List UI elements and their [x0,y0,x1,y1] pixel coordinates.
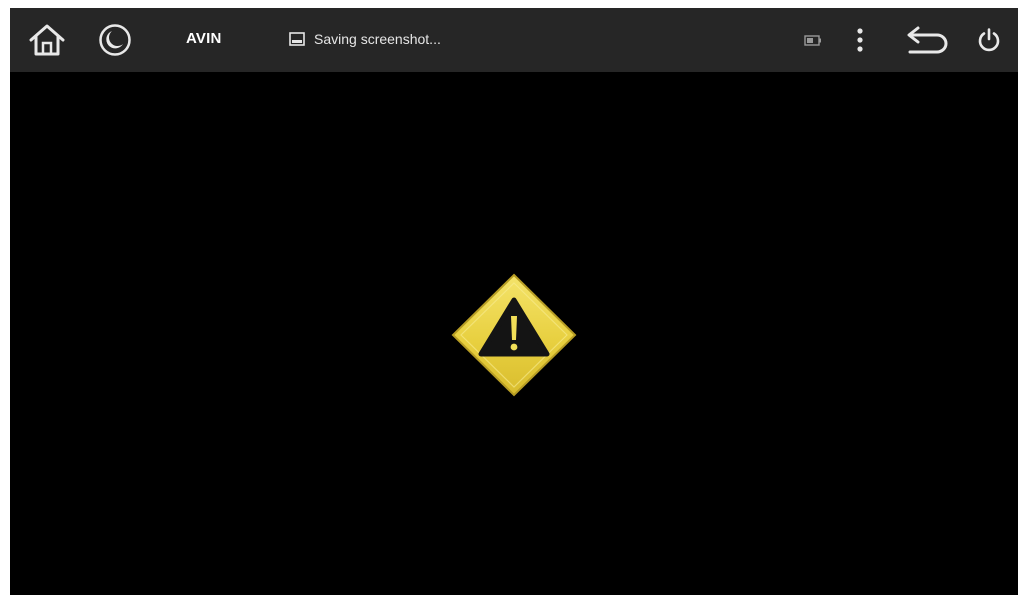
image-icon [289,32,305,46]
screenshot-notification[interactable]: Saving screenshot... [289,28,441,50]
power-icon[interactable] [976,27,1002,53]
notification-text: Saving screenshot... [314,31,441,47]
avin-video-area [10,72,1018,595]
app-title: AVIN [186,30,222,47]
head-unit-screen: AVIN Saving screenshot... [10,8,1018,595]
moon-icon[interactable] [98,23,132,57]
battery-icon [804,35,821,46]
home-icon[interactable] [28,23,66,57]
back-icon[interactable] [904,24,950,56]
status-bar: AVIN Saving screenshot... [10,8,1018,72]
warning-icon [451,273,577,397]
more-vert-icon[interactable] [856,27,864,53]
